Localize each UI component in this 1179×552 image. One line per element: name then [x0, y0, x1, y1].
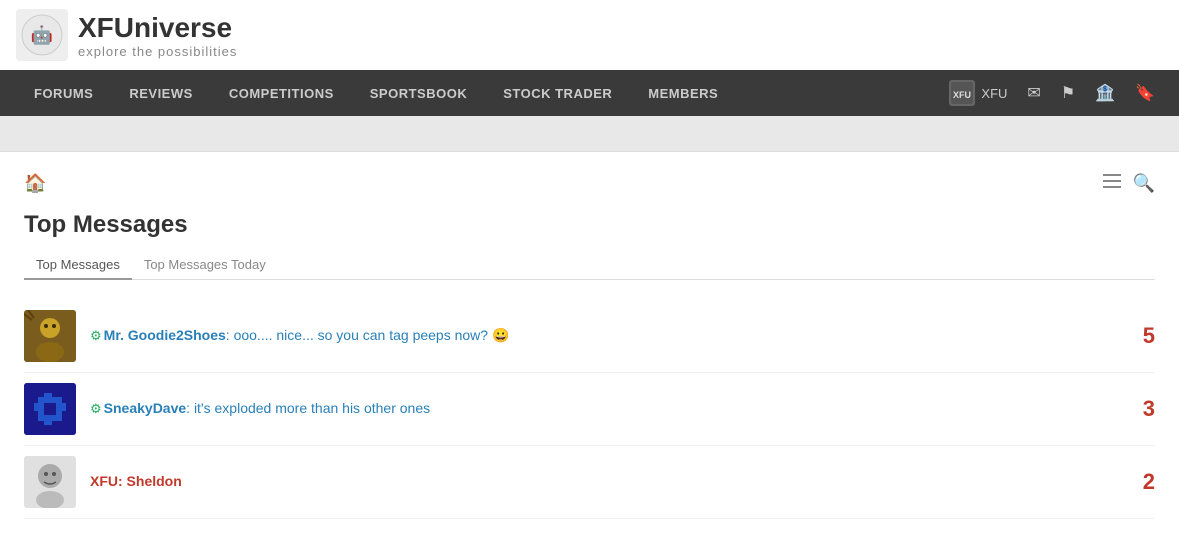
- message-count: 5: [1125, 323, 1155, 349]
- site-tagline: explore the possibilities: [78, 44, 237, 59]
- nav-item-members[interactable]: MEMBERS: [630, 70, 736, 116]
- alerts-icon[interactable]: ⚑: [1053, 70, 1083, 116]
- main-content: 🏠 🔍 Top Messages Top Messages Top Messag…: [0, 152, 1179, 552]
- nav-item-sportsbook[interactable]: SPORTSBOOK: [352, 70, 485, 116]
- message-list: ⚙Mr. Goodie2Shoes: ooo.... nice... so yo…: [24, 300, 1155, 519]
- tab-top-messages-today[interactable]: Top Messages Today: [132, 251, 278, 280]
- avatar: [24, 456, 76, 508]
- logo-icon: 🤖: [16, 9, 68, 61]
- tabs: Top Messages Top Messages Today: [24, 251, 1155, 280]
- logo-text: XFUniverse explore the possibilities: [78, 12, 237, 59]
- home-breadcrumb[interactable]: 🏠: [24, 173, 46, 194]
- user-menu[interactable]: XFU XFU: [941, 80, 1015, 106]
- toolbar-icons: 🔍: [1103, 172, 1155, 195]
- message-body: ⚙SneakyDave: it's exploded more than his…: [90, 400, 1111, 418]
- svg-text:🤖: 🤖: [31, 24, 53, 45]
- message-username: SneakyDave: [104, 400, 187, 416]
- message-link[interactable]: ⚙Mr. Goodie2Shoes: ooo.... nice... so yo…: [90, 327, 509, 343]
- wallet-icon[interactable]: 🏦: [1087, 70, 1123, 116]
- nav-items: FORUMS REVIEWS COMPETITIONS SPORTSBOOK S…: [16, 70, 736, 116]
- list-item: ⚙Mr. Goodie2Shoes: ooo.... nice... so yo…: [24, 300, 1155, 373]
- list-view-icon[interactable]: [1103, 172, 1121, 195]
- message-link[interactable]: ⚙SneakyDave: it's exploded more than his…: [90, 400, 430, 416]
- message-count: 3: [1125, 396, 1155, 422]
- message-body: XFU: Sheldon: [90, 473, 1111, 491]
- breadcrumb-bar: [0, 116, 1179, 152]
- svg-text:XFU: XFU: [953, 90, 971, 100]
- nav-item-reviews[interactable]: REVIEWS: [111, 70, 210, 116]
- user-avatar: XFU: [949, 80, 975, 106]
- list-item: XFU: Sheldon 2: [24, 446, 1155, 519]
- avatar: [24, 310, 76, 362]
- nav-item-forums[interactable]: FORUMS: [16, 70, 111, 116]
- site-name: XFUniverse: [78, 12, 237, 44]
- message-username: Mr. Goodie2Shoes: [104, 327, 226, 343]
- search-icon[interactable]: 🔍: [1133, 173, 1155, 194]
- bookmarks-icon[interactable]: 🔖: [1127, 70, 1163, 116]
- gear-icon: ⚙: [90, 401, 102, 416]
- username-label: XFU: [981, 86, 1007, 101]
- breadcrumb-row: 🏠 🔍: [24, 172, 1155, 195]
- gear-icon: ⚙: [90, 328, 102, 343]
- nav-item-stock-trader[interactable]: STOCK TRADER: [485, 70, 630, 116]
- list-item: ⚙SneakyDave: it's exploded more than his…: [24, 373, 1155, 446]
- message-link[interactable]: XFU: Sheldon: [90, 473, 182, 489]
- header: 🤖 XFUniverse explore the possibilities: [0, 0, 1179, 70]
- message-body: ⚙Mr. Goodie2Shoes: ooo.... nice... so yo…: [90, 327, 1111, 345]
- message-count: 2: [1125, 469, 1155, 495]
- nav-right: XFU XFU ✉ ⚑ 🏦 🔖: [941, 70, 1163, 116]
- messages-icon[interactable]: ✉: [1019, 70, 1048, 116]
- nav-item-competitions[interactable]: COMPETITIONS: [211, 70, 352, 116]
- page-title: Top Messages: [24, 211, 1155, 239]
- navbar: FORUMS REVIEWS COMPETITIONS SPORTSBOOK S…: [0, 70, 1179, 116]
- message-text: : ooo.... nice... so you can tag peeps n…: [226, 327, 510, 343]
- tab-top-messages[interactable]: Top Messages: [24, 251, 132, 280]
- message-text: : it's exploded more than his other ones: [186, 400, 430, 416]
- avatar: [24, 383, 76, 435]
- message-username: XFU: Sheldon: [90, 473, 182, 489]
